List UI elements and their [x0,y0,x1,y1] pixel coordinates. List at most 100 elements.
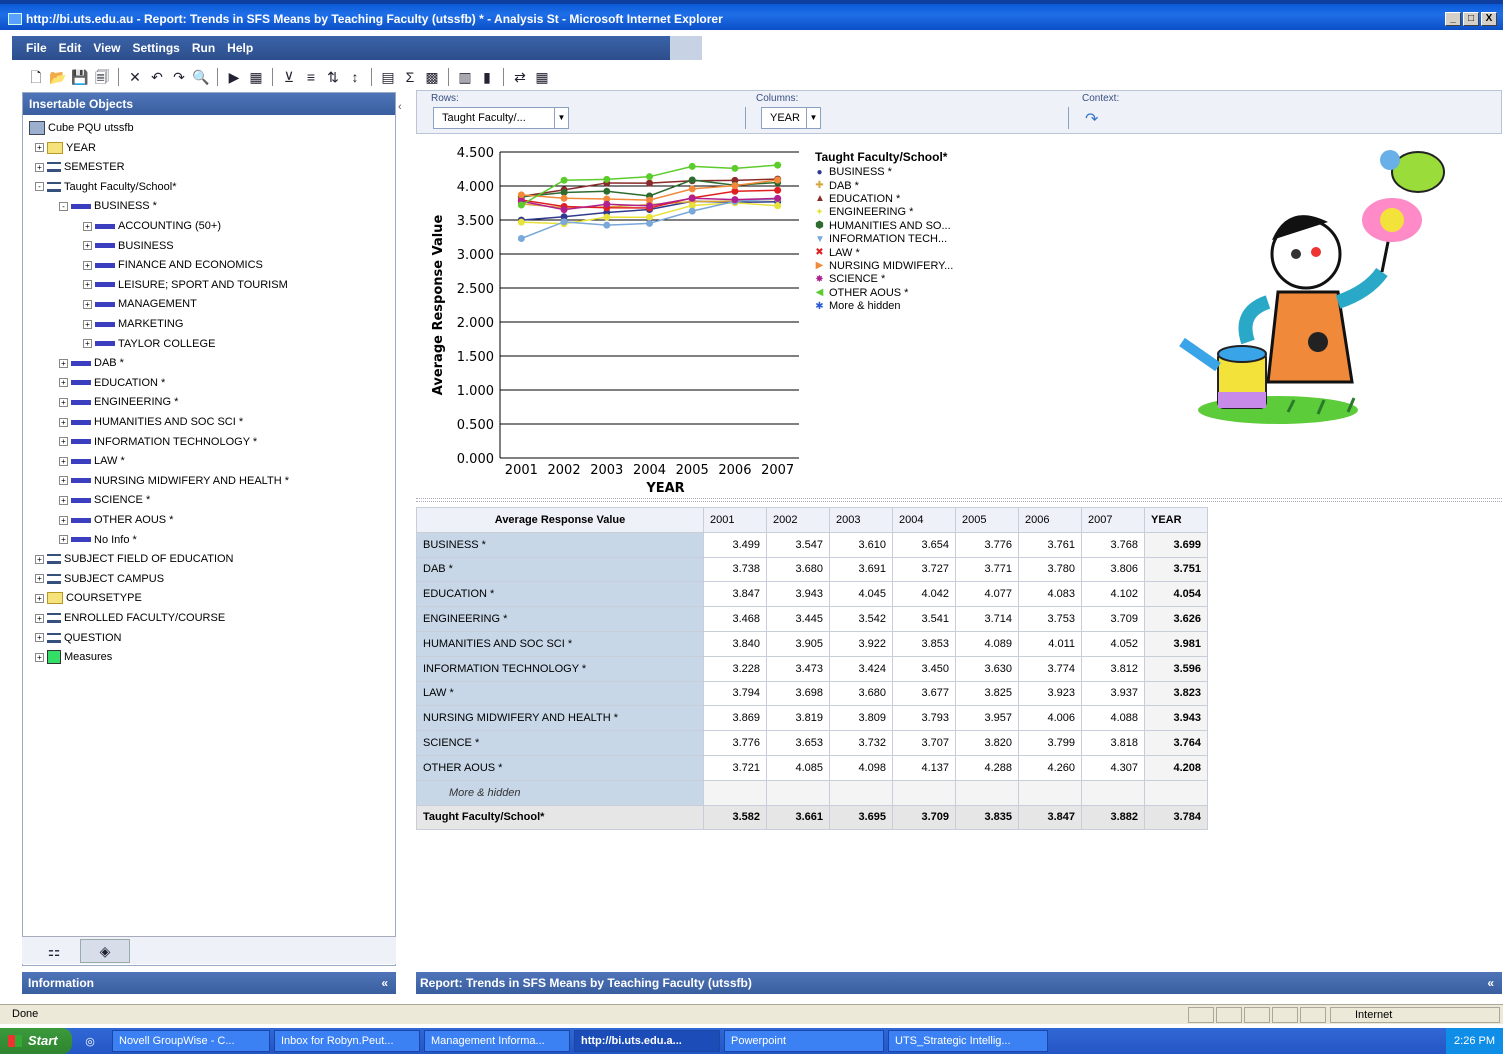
tree-item[interactable]: + MARKETING [83,315,183,333]
table-cell[interactable]: 3.721 [703,754,767,781]
table-cell[interactable]: 3.680 [829,680,893,707]
legend-item-more[interactable]: ✱ More & hidden [815,300,953,313]
find-icon[interactable]: 🔍 [191,67,211,87]
table-cell[interactable]: 3.905 [766,630,830,657]
table-cell[interactable]: 3.835 [955,804,1019,831]
tree-item[interactable]: + TAYLOR COLLEGE [83,335,215,353]
table-cell[interactable]: 3.809 [829,705,893,732]
save-icon[interactable]: 💾 [70,67,90,87]
chevron-down-icon[interactable]: ▼ [806,108,820,128]
tree-item[interactable]: + SUBJECT CAMPUS [35,570,164,588]
table-cell[interactable]: 3.853 [892,630,956,657]
taskbar-button[interactable]: Novell GroupWise - C... [112,1030,270,1052]
chart-bar-icon[interactable]: ▮ [477,67,497,87]
table-cell[interactable]: 4.098 [829,754,893,781]
table-cell[interactable]: 3.774 [1018,655,1082,682]
tree-item[interactable]: + ENGINEERING * [59,393,178,411]
tree-view-tab[interactable]: ⚏ [32,939,76,963]
table-cell[interactable]: 3.768 [1081,531,1145,558]
menu-settings[interactable]: Settings [132,41,179,55]
table-cell[interactable]: 3.957 [955,705,1019,732]
row-total-cell[interactable]: 3.823 [1144,680,1208,707]
table-cell[interactable]: 4.045 [829,581,893,608]
tree-item[interactable]: + MANAGEMENT [83,295,197,313]
table-cell[interactable]: 3.943 [766,581,830,608]
expand-icon[interactable]: + [59,495,68,505]
table-cell[interactable]: 3.680 [766,556,830,583]
table-cell[interactable]: 3.847 [1018,804,1082,831]
taskbar-button[interactable]: UTS_Strategic Intellig... [888,1030,1048,1052]
sum-icon[interactable]: Σ [400,67,420,87]
collapse-icon[interactable]: - [35,182,44,192]
row-header[interactable]: NURSING MIDWIFERY AND HEALTH * [416,705,704,732]
table-cell[interactable]: 4.288 [955,754,1019,781]
expand-icon[interactable]: + [83,241,92,251]
table-cell[interactable]: 4.307 [1081,754,1145,781]
tree-item[interactable]: - BUSINESS * [59,197,157,215]
minimize-button[interactable]: _ [1445,12,1461,26]
row-total-cell[interactable]: 3.751 [1144,556,1208,583]
table-cell[interactable]: 4.102 [1081,581,1145,608]
expand-icon[interactable]: + [59,358,68,368]
table-cell[interactable]: 3.707 [892,730,956,756]
chevron-down-icon[interactable]: ▼ [554,108,568,128]
insert-icon[interactable]: ▦ [246,67,266,87]
tree-item[interactable]: + DAB * [59,354,124,372]
column-header[interactable]: 2004 [892,507,956,533]
table-cell[interactable]: 3.738 [703,556,767,583]
table-cell[interactable]: 3.922 [829,630,893,657]
table-cell[interactable]: 3.542 [829,606,893,632]
column-header[interactable]: 2005 [955,507,1019,533]
expand-icon[interactable]: + [59,417,68,427]
expand-icon[interactable]: + [83,319,92,329]
table-cell[interactable]: 3.424 [829,655,893,682]
expand-icon[interactable]: + [83,260,92,270]
table-cell[interactable]: 3.799 [1018,730,1082,756]
information-bar[interactable]: Information « [22,972,396,994]
tree-item[interactable]: + QUESTION [35,629,121,647]
quick-launch-ie-icon[interactable]: ◎ [72,1035,108,1048]
table-cell[interactable]: 3.818 [1081,730,1145,756]
column-header[interactable]: 2003 [829,507,893,533]
table-cell[interactable]: 3.473 [766,655,830,682]
row-header[interactable]: SCIENCE * [416,730,704,756]
table-cell[interactable]: 3.820 [955,730,1019,756]
table-cell[interactable]: 4.052 [1081,630,1145,657]
table-cell[interactable]: 3.653 [766,730,830,756]
column-header[interactable]: 2001 [703,507,767,533]
table-cell[interactable]: 4.077 [955,581,1019,608]
row-header[interactable]: OTHER AOUS * [416,754,704,781]
table-cell[interactable]: 3.847 [703,581,767,608]
table-cell[interactable]: 4.083 [1018,581,1082,608]
table-cell[interactable]: 4.088 [1081,705,1145,732]
tree-item[interactable]: + HUMANITIES AND SOC SCI * [59,413,243,431]
expand-icon[interactable]: + [35,143,44,153]
menu-run[interactable]: Run [192,41,215,55]
redo-icon[interactable]: ↷ [169,67,189,87]
tree-item[interactable]: + SCIENCE * [59,491,150,509]
tree-item[interactable]: + No Info * [59,531,137,549]
expand-icon[interactable]: + [35,652,44,662]
table-cell[interactable]: 4.137 [892,754,956,781]
table-cell[interactable]: 3.695 [829,804,893,831]
maximize-button[interactable]: □ [1463,12,1479,26]
table-cell[interactable]: 3.709 [1081,606,1145,632]
undo-icon[interactable]: ↶ [147,67,167,87]
table-cell[interactable]: 3.753 [1018,606,1082,632]
expand-icon[interactable]: + [59,456,68,466]
column-header[interactable]: 2002 [766,507,830,533]
tree-cube-root[interactable]: Cube PQU utssfb [29,119,134,137]
expand-icon[interactable]: + [35,574,44,584]
tree-item[interactable]: + BUSINESS [83,237,174,255]
tree-item[interactable]: + Measures [35,648,112,666]
tree-item[interactable]: + LEISURE; SPORT AND TOURISM [83,276,288,294]
table-cell[interactable]: 3.923 [1018,680,1082,707]
tree-item[interactable]: + COURSETYPE [35,589,142,607]
row-header[interactable]: ENGINEERING * [416,606,704,632]
expand-icon[interactable]: + [59,535,68,545]
sort-icon[interactable]: ↕ [345,67,365,87]
delete-icon[interactable]: ✕ [125,67,145,87]
row-total-cell[interactable]: 3.784 [1144,804,1208,831]
table-cell[interactable]: 3.776 [703,730,767,756]
table-cell[interactable]: 4.011 [1018,630,1082,657]
